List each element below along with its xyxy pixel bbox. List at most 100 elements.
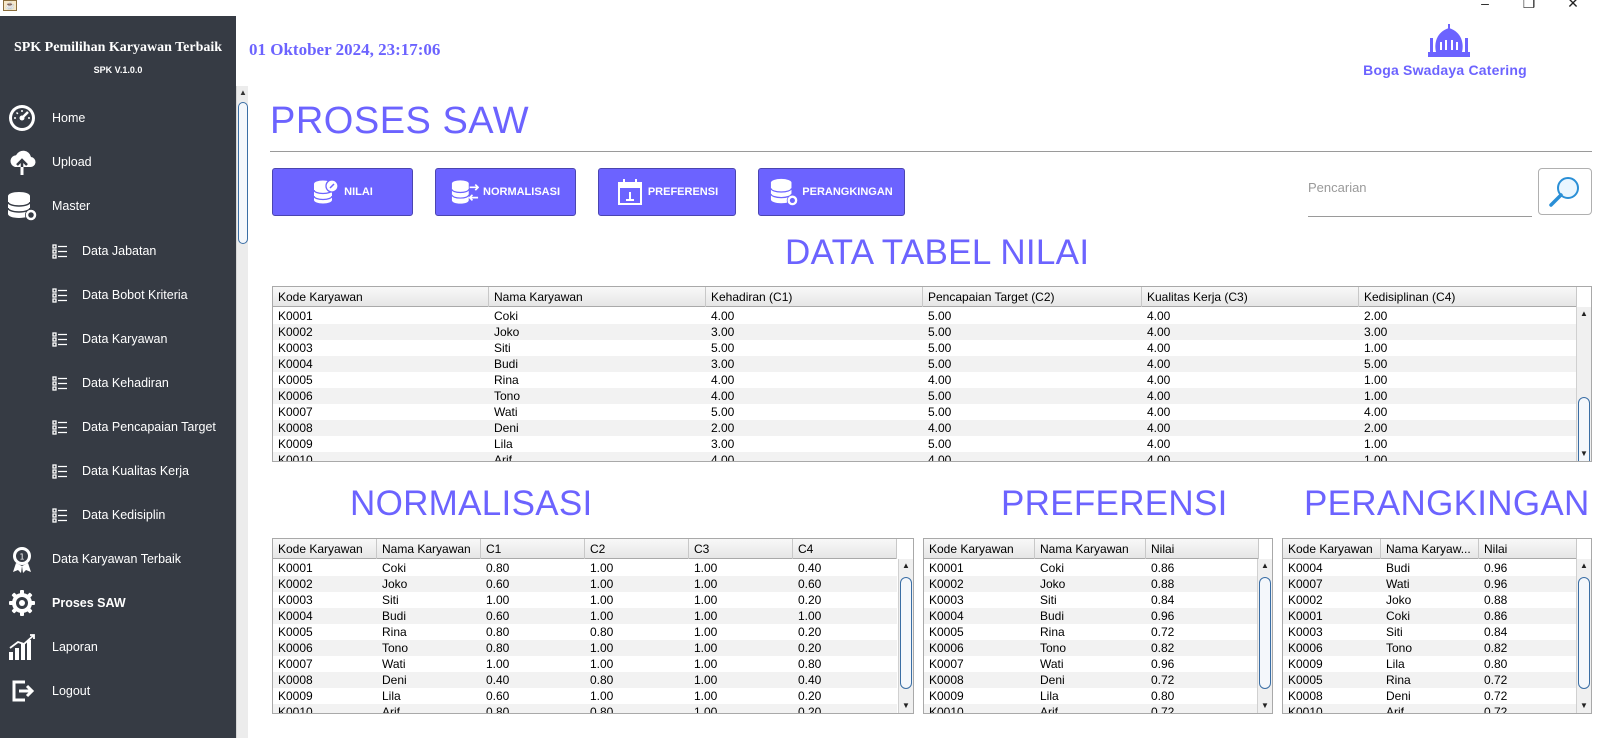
table-row[interactable]: K0008 Deni 0.72 bbox=[924, 672, 1259, 688]
table-row[interactable]: K0001 Coki 0.80 1.00 1.00 0.40 bbox=[273, 560, 897, 576]
table-scrollbar[interactable]: ▲ ▼ bbox=[1576, 307, 1591, 461]
table-row[interactable]: K0003 Siti 5.00 5.00 4.00 1.00 bbox=[273, 340, 1577, 356]
sidebar-item-master[interactable]: Master bbox=[0, 186, 236, 226]
table-scrollbar[interactable]: ▲ ▼ bbox=[1257, 559, 1272, 713]
table-row[interactable]: K0001 Coki 0.86 bbox=[924, 560, 1259, 576]
sidebar-item-laporan[interactable]: Laporan bbox=[0, 627, 236, 667]
scroll-down-arrow-icon[interactable]: ▼ bbox=[1577, 447, 1591, 461]
column-header[interactable]: C3 bbox=[689, 539, 793, 559]
table-row[interactable]: K0008 Deni 0.40 0.80 1.00 0.40 bbox=[273, 672, 897, 688]
scrollbar-thumb[interactable] bbox=[238, 102, 248, 244]
table-row[interactable]: K0010 Arif 0.72 bbox=[924, 704, 1259, 713]
column-header[interactable]: Kode Karyawan bbox=[273, 539, 377, 559]
sidebar-item-proses-saw[interactable]: Proses SAW bbox=[0, 583, 236, 623]
column-header[interactable]: Nama Karyaw... bbox=[1381, 539, 1479, 559]
column-header[interactable]: Nilai bbox=[1146, 539, 1259, 559]
table-row[interactable]: K0005 Rina 0.72 bbox=[1283, 672, 1577, 688]
sidebar-item-data-kualitas-kerja[interactable]: Data Kualitas Kerja bbox=[0, 451, 236, 491]
table-row[interactable]: K0007 Wati 1.00 1.00 1.00 0.80 bbox=[273, 656, 897, 672]
table-row[interactable]: K0002 Joko 0.88 bbox=[1283, 592, 1577, 608]
scrollbar-thumb[interactable] bbox=[1259, 577, 1271, 689]
scroll-up-arrow-icon[interactable]: ▲ bbox=[1258, 559, 1272, 573]
sidebar-item-data-bobot-kriteria[interactable]: Data Bobot Kriteria bbox=[0, 275, 236, 315]
table-scrollbar[interactable]: ▲ ▼ bbox=[898, 559, 913, 713]
column-header[interactable]: Nama Karyawan bbox=[1035, 539, 1146, 559]
nilai-button[interactable]: NILAI bbox=[272, 168, 413, 216]
table-row[interactable]: K0009 Lila 3.00 5.00 4.00 1.00 bbox=[273, 436, 1577, 452]
sidebar-item-data-karyawan-terbaik[interactable]: 1 Data Karyawan Terbaik bbox=[0, 539, 236, 579]
scroll-up-arrow-icon[interactable]: ▲ bbox=[1577, 559, 1591, 573]
column-header[interactable]: Nama Karyawan bbox=[489, 287, 706, 307]
scrollbar-thumb[interactable] bbox=[1578, 577, 1590, 689]
preferensi-button[interactable]: PREFERENSI bbox=[598, 168, 736, 216]
table-row[interactable]: K0007 Wati 5.00 5.00 4.00 4.00 bbox=[273, 404, 1577, 420]
column-header[interactable]: C2 bbox=[585, 539, 689, 559]
table-row[interactable]: K0008 Deni 2.00 4.00 4.00 2.00 bbox=[273, 420, 1577, 436]
table-row[interactable]: K0006 Tono 4.00 5.00 4.00 1.00 bbox=[273, 388, 1577, 404]
sidebar-item-data-jabatan[interactable]: Data Jabatan bbox=[0, 231, 236, 271]
preferensi-table[interactable]: Kode Karyawan Nama Karyawan Nilai K0001 Coki… bbox=[923, 538, 1273, 714]
table-row[interactable]: K0003 Siti 0.84 bbox=[924, 592, 1259, 608]
main-scrollbar[interactable]: ▲ bbox=[236, 86, 248, 738]
column-header[interactable]: Kehadiran (C1) bbox=[706, 287, 923, 307]
column-header[interactable]: Kode Karyawan bbox=[924, 539, 1035, 559]
scroll-down-arrow-icon[interactable]: ▼ bbox=[1258, 699, 1272, 713]
column-header[interactable]: Kode Karyawan bbox=[273, 287, 489, 307]
scroll-down-arrow-icon[interactable]: ▼ bbox=[1577, 699, 1591, 713]
perangkingan-table[interactable]: Kode Karyawan Nama Karyaw... Nilai K0004 Bud… bbox=[1282, 538, 1592, 714]
perangkingan-button[interactable]: PERANGKINGAN bbox=[758, 168, 905, 216]
sidebar-item-data-kehadiran[interactable]: Data Kehadiran bbox=[0, 363, 236, 403]
column-header[interactable]: Kode Karyawan bbox=[1283, 539, 1381, 559]
close-button[interactable]: ✕ bbox=[1558, 0, 1588, 12]
table-row[interactable]: K0005 Rina 0.72 bbox=[924, 624, 1259, 640]
table-row[interactable]: K0010 Arif 4.00 4.00 4.00 1.00 bbox=[273, 452, 1577, 461]
table-row[interactable]: K0005 Rina 4.00 4.00 4.00 1.00 bbox=[273, 372, 1577, 388]
table-row[interactable]: K0007 Wati 0.96 bbox=[1283, 576, 1577, 592]
table-row[interactable]: K0009 Lila 0.80 bbox=[924, 688, 1259, 704]
table-row[interactable]: K0003 Siti 0.84 bbox=[1283, 624, 1577, 640]
search-input[interactable]: Pencarian bbox=[1308, 180, 1367, 195]
column-header[interactable]: C4 bbox=[793, 539, 897, 559]
table-row[interactable]: K0001 Coki 4.00 5.00 4.00 2.00 bbox=[273, 308, 1577, 324]
table-row[interactable]: K0001 Coki 0.86 bbox=[1283, 608, 1577, 624]
table-row[interactable]: K0002 Joko 0.60 1.00 1.00 0.60 bbox=[273, 576, 897, 592]
normalisasi-table[interactable]: Kode Karyawan Nama Karyawan C1 C2 C3 C4 K0001 C… bbox=[272, 538, 914, 714]
nilai-table[interactable]: Kode Karyawan Nama Karyawan Kehadiran (C1)… bbox=[272, 286, 1592, 462]
sidebar-item-data-kedisiplin[interactable]: Data Kedisiplin bbox=[0, 495, 236, 535]
table-scrollbar[interactable]: ▲ ▼ bbox=[1576, 559, 1591, 713]
scroll-up-arrow-icon[interactable]: ▲ bbox=[237, 86, 249, 100]
column-header[interactable]: Kualitas Kerja (C3) bbox=[1142, 287, 1359, 307]
scrollbar-thumb[interactable] bbox=[900, 577, 912, 689]
table-row[interactable]: K0004 Budi 0.96 bbox=[924, 608, 1259, 624]
column-header[interactable]: Nama Karyawan bbox=[377, 539, 481, 559]
table-row[interactable]: K0003 Siti 1.00 1.00 1.00 0.20 bbox=[273, 592, 897, 608]
table-row[interactable]: K0005 Rina 0.80 0.80 1.00 0.20 bbox=[273, 624, 897, 640]
table-row[interactable]: K0002 Joko 0.88 bbox=[924, 576, 1259, 592]
sidebar-item-upload[interactable]: Upload bbox=[0, 142, 236, 182]
sidebar-item-logout[interactable]: Logout bbox=[0, 671, 236, 711]
table-row[interactable]: K0004 Budi 0.96 bbox=[1283, 560, 1577, 576]
table-row[interactable]: K0006 Tono 0.80 1.00 1.00 0.20 bbox=[273, 640, 897, 656]
table-row[interactable]: K0008 Deni 0.72 bbox=[1283, 688, 1577, 704]
scroll-up-arrow-icon[interactable]: ▲ bbox=[899, 559, 913, 573]
sidebar-item-data-pencapaian-target[interactable]: Data Pencapaian Target bbox=[0, 407, 236, 447]
column-header[interactable]: Pencapaian Target (C2) bbox=[923, 287, 1142, 307]
minimize-button[interactable]: – bbox=[1470, 0, 1500, 12]
scroll-down-arrow-icon[interactable]: ▼ bbox=[899, 699, 913, 713]
table-row[interactable]: K0010 Arif 0.72 bbox=[1283, 704, 1577, 713]
table-row[interactable]: K0006 Tono 0.82 bbox=[1283, 640, 1577, 656]
column-header[interactable]: Nilai bbox=[1479, 539, 1577, 559]
table-row[interactable]: K0002 Joko 3.00 5.00 4.00 3.00 bbox=[273, 324, 1577, 340]
table-row[interactable]: K0004 Budi 3.00 5.00 4.00 5.00 bbox=[273, 356, 1577, 372]
table-row[interactable]: K0009 Lila 0.80 bbox=[1283, 656, 1577, 672]
table-row[interactable]: K0007 Wati 0.96 bbox=[924, 656, 1259, 672]
column-header[interactable]: C1 bbox=[481, 539, 585, 559]
table-row[interactable]: K0009 Lila 0.60 1.00 1.00 0.20 bbox=[273, 688, 897, 704]
table-row[interactable]: K0006 Tono 0.82 bbox=[924, 640, 1259, 656]
restore-button[interactable]: ❐ bbox=[1514, 0, 1544, 12]
table-row[interactable]: K0004 Budi 0.60 1.00 1.00 1.00 bbox=[273, 608, 897, 624]
sidebar-item-home[interactable]: Home bbox=[0, 98, 236, 138]
search-button[interactable] bbox=[1538, 168, 1592, 215]
scroll-up-arrow-icon[interactable]: ▲ bbox=[1577, 307, 1591, 321]
column-header[interactable]: Kedisiplinan (C4) bbox=[1359, 287, 1577, 307]
